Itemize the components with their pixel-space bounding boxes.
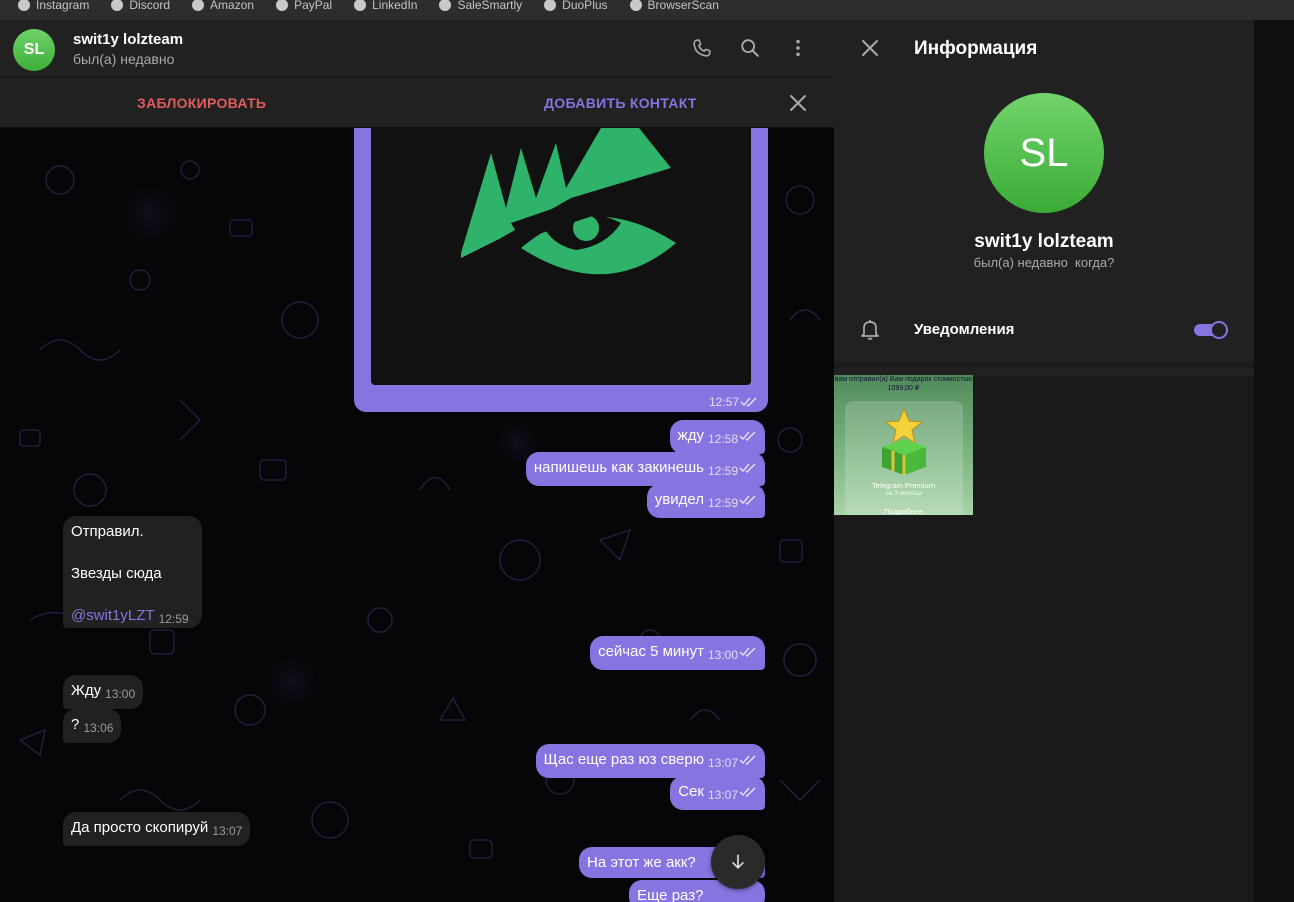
message-incoming[interactable]: Да просто скопируй 13:07 [63, 812, 251, 846]
message-time: 12:57 [709, 395, 758, 409]
message-incoming[interactable]: Жду 13:00 [63, 675, 144, 709]
globe-icon [544, 0, 557, 11]
search-icon [741, 39, 759, 57]
arrow-down-icon [732, 854, 744, 869]
globe-icon [439, 0, 452, 11]
chat-status: был(а) недавно [73, 51, 175, 67]
profile-name: swit1y lolzteam [974, 231, 1114, 252]
bookmark-instagram[interactable]: Instagram [18, 0, 89, 12]
chat-title[interactable]: swit1y lolzteam [73, 31, 183, 48]
close-info-button[interactable] [858, 36, 882, 60]
close-icon [862, 40, 878, 56]
double-check-icon [740, 397, 757, 407]
mention-link[interactable]: @swit1yLZT [71, 607, 155, 624]
more-button[interactable] [784, 34, 812, 62]
call-button[interactable] [688, 34, 716, 62]
image-message[interactable]: 12:57 [354, 128, 768, 412]
globe-icon [18, 0, 30, 11]
media-thumbnail[interactable]: вам отправил(а) Вам подарок стоимостью 10… [834, 375, 973, 515]
more-vertical-icon [796, 39, 800, 57]
chat-header: SL swit1y lolzteam был(а) недавно [0, 20, 834, 78]
message-outgoing[interactable]: Щас еще раз юз сверю 13:07 [535, 744, 765, 778]
right-edge-panel [1254, 20, 1294, 902]
info-panel: Информация SL swit1y lolzteam был(а) нед… [834, 20, 1254, 902]
message-incoming[interactable]: ? 13:06 [63, 709, 122, 743]
message-image[interactable] [371, 128, 751, 385]
when-link[interactable]: когда? [1075, 255, 1114, 270]
profile-avatar[interactable]: SL [984, 93, 1104, 213]
double-check-icon [739, 647, 756, 657]
message-incoming[interactable]: Отправил. Звезды сюда @swit1yLZT 12:59 [63, 516, 202, 628]
globe-icon [629, 0, 642, 11]
add-contact-button[interactable]: ДОБАВИТЬ КОНТАКТ [544, 95, 697, 111]
close-action-bar-button[interactable] [786, 91, 810, 115]
globe-icon [354, 0, 367, 11]
message-outgoing[interactable]: увидел 12:59 [646, 484, 765, 518]
info-title: Информация [914, 38, 1038, 59]
double-check-icon [739, 787, 756, 797]
bookmarks-bar: Instagram Discord Amazon PayPal LinkedIn… [0, 0, 1294, 20]
double-check-icon [739, 755, 756, 765]
globe-icon [111, 0, 124, 11]
notifications-label: Уведомления [914, 321, 1015, 338]
avatar[interactable]: SL [13, 29, 55, 71]
search-button[interactable] [736, 34, 764, 62]
bookmark-linkedin[interactable]: LinkedIn [354, 0, 417, 12]
bookmark-duoplus[interactable]: DuoPlus [544, 0, 608, 12]
block-button[interactable]: ЗАБЛОКИРОВАТЬ [137, 95, 266, 111]
phone-icon [693, 39, 711, 57]
contact-action-bar: ЗАБЛОКИРОВАТЬ ДОБАВИТЬ КОНТАКТ [0, 78, 834, 128]
message-outgoing[interactable]: напишешь как закинешь 12:59 [525, 452, 765, 486]
message-outgoing[interactable]: жду 12:58 [669, 420, 765, 454]
globe-icon [276, 0, 289, 11]
chat-area: SL swit1y lolzteam был(а) недавно ЗАБЛОК… [0, 20, 834, 902]
bookmark-salesmartly[interactable]: SaleSmartly [439, 0, 522, 12]
gift-box-icon [882, 407, 926, 475]
info-profile-section: Информация SL swit1y lolzteam был(а) нед… [834, 20, 1254, 362]
message-outgoing[interactable]: сейчас 5 минут 13:00 [590, 636, 765, 670]
bookmark-browserscan[interactable]: BrowserScan [629, 0, 719, 12]
profile-status: был(а) недавно когда? [973, 255, 1115, 270]
logo-eye-image [461, 128, 676, 275]
message-outgoing[interactable]: Сек 13:07 [670, 776, 765, 810]
bookmark-paypal[interactable]: PayPal [276, 0, 332, 12]
globe-icon [192, 0, 205, 11]
scroll-down-button[interactable] [711, 835, 765, 889]
double-check-icon [739, 495, 756, 505]
double-check-icon [739, 431, 756, 441]
double-check-icon [739, 463, 756, 473]
bookmark-discord[interactable]: Discord [111, 0, 170, 12]
bookmark-amazon[interactable]: Amazon [192, 0, 254, 12]
close-icon [790, 95, 806, 111]
bell-icon [858, 317, 882, 341]
notifications-toggle[interactable] [1194, 320, 1228, 340]
